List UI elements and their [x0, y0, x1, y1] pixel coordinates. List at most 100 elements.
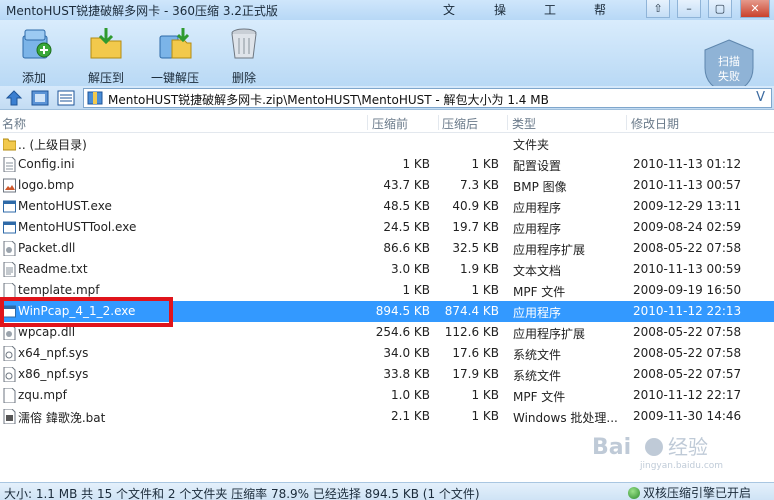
- folder-icon: [2, 136, 17, 151]
- file-original-size: 48.5 KB: [383, 199, 430, 213]
- file-row[interactable]: Config.ini 1 KB 1 KB 配置设置 2010-11-13 01:12: [0, 154, 774, 175]
- column-divider[interactable]: [507, 115, 508, 130]
- exe-file-icon: [3, 199, 16, 214]
- status-bar: 大小: 1.1 MB 共 15 个文件和 2 个文件夹 压缩率 78.9% 已经…: [0, 482, 774, 500]
- file-name: x86_npf.sys: [18, 367, 89, 381]
- column-original-size[interactable]: 压缩前: [372, 115, 408, 132]
- skin-button[interactable]: ⇧: [646, 0, 670, 18]
- file-row[interactable]: x86_npf.sys 33.8 KB 17.9 KB 系统文件 2008-05-22 …: [0, 364, 774, 385]
- file-type: 系统文件: [513, 348, 562, 362]
- exe-file-icon: [3, 304, 16, 319]
- scan-badge-line1: 扫描: [718, 54, 740, 68]
- add-button[interactable]: 添加: [5, 26, 63, 85]
- file-modified-date: 2008-05-22 07:58: [633, 241, 742, 255]
- file-type: 文本文档: [513, 264, 562, 278]
- file-modified-date: 2010-11-13 01:12: [633, 157, 742, 171]
- file-original-size: 3.0 KB: [391, 262, 430, 276]
- engine-status[interactable]: 双核压缩引擎已开启: [628, 484, 751, 500]
- file-modified-date: 2010-11-13 00:57: [633, 178, 742, 192]
- file-type: 应用程序: [513, 306, 562, 320]
- ini-file-icon: [3, 156, 16, 173]
- file-compressed-size: 1 KB: [471, 157, 499, 171]
- file-modified-date: 2010-11-12 22:13: [633, 304, 742, 318]
- file-modified-date: 2008-05-22 07:58: [633, 346, 742, 360]
- file-original-size: 24.5 KB: [383, 220, 430, 234]
- one-click-extract-label: 一键解压: [150, 71, 199, 85]
- file-icon: [3, 282, 16, 299]
- address-field[interactable]: MentoHUST锐捷破解多网卡.zip\MentoHUST\MentoHUST…: [83, 88, 772, 108]
- delete-label: 删除: [231, 71, 256, 85]
- file-list-header: 名称 压缩前 压缩后 类型 修改日期: [0, 111, 774, 133]
- text-file-icon: [3, 261, 16, 278]
- minimize-button[interactable]: –: [677, 0, 701, 18]
- file-row[interactable]: template.mpf 1 KB 1 KB MPF 文件 2009-09-19 16:…: [0, 280, 774, 301]
- address-path: MentoHUST锐捷破解多网卡.zip\MentoHUST\MentoHUST…: [108, 93, 549, 107]
- image-file-icon: [3, 178, 16, 193]
- file-row[interactable]: 濡傛 鍏歌浼.bat 2.1 KB 1 KB Windows 批处理... 2009-1…: [0, 406, 774, 427]
- file-name: .. (上级目录): [18, 138, 87, 152]
- file-list: .. (上级目录) 文件夹 Config.ini 1 KB 1 KB 配置设置 2010-1…: [0, 133, 774, 427]
- minimize-icon: –: [686, 2, 692, 15]
- skin-icon: ⇧: [653, 2, 663, 15]
- file-row[interactable]: MentoHUSTTool.exe 24.5 KB 19.7 KB 应用程序 2009-…: [0, 217, 774, 238]
- file-type: MPF 文件: [513, 390, 566, 404]
- file-row[interactable]: .. (上级目录) 文件夹: [0, 133, 774, 154]
- file-modified-date: 2009-12-29 13:11: [633, 199, 742, 213]
- file-type: 应用程序扩展: [513, 327, 586, 341]
- list-view-icon[interactable]: [56, 89, 76, 107]
- file-compressed-size: 874.4 KB: [444, 304, 499, 318]
- column-name[interactable]: 名称: [2, 115, 26, 132]
- maximize-button[interactable]: ▢: [708, 0, 732, 18]
- file-original-size: 1 KB: [402, 157, 430, 171]
- column-type[interactable]: 类型: [512, 115, 536, 132]
- address-dropdown-icon[interactable]: V: [756, 90, 765, 105]
- delete-button[interactable]: 删除: [215, 26, 273, 85]
- file-original-size: 34.0 KB: [383, 346, 430, 360]
- file-compressed-size: 1 KB: [471, 283, 499, 297]
- file-modified-date: 2010-11-12 22:17: [633, 388, 742, 402]
- file-row[interactable]: MentoHUST.exe 48.5 KB 40.9 KB 应用程序 2009-12-2…: [0, 196, 774, 217]
- file-compressed-size: 40.9 KB: [452, 199, 499, 213]
- one-click-extract-button[interactable]: 一键解压: [146, 26, 204, 85]
- column-divider[interactable]: [438, 115, 439, 130]
- file-type: Windows 批处理...: [513, 411, 618, 425]
- up-level-icon[interactable]: [4, 89, 24, 107]
- file-row[interactable]: wpcap.dll 254.6 KB 112.6 KB 应用程序扩展 2008-05-2…: [0, 322, 774, 343]
- bat-file-icon: [3, 408, 16, 425]
- thumbnail-view-icon[interactable]: [30, 89, 50, 107]
- extract-to-label: 解压到: [87, 71, 124, 85]
- file-name: zqu.mpf: [18, 388, 67, 402]
- title-bar: MentoHUST锐捷破解多网卡 - 360压缩 3.2正式版 文件 操作 工具…: [0, 0, 774, 34]
- file-compressed-size: 17.9 KB: [452, 367, 499, 381]
- add-label: 添加: [21, 71, 46, 85]
- file-type: BMP 图像: [513, 180, 567, 194]
- file-modified-date: 2008-05-22 07:57: [633, 367, 742, 381]
- sys-file-icon: [3, 345, 16, 362]
- column-modified-date[interactable]: 修改日期: [631, 115, 679, 132]
- file-compressed-size: 1.9 KB: [460, 262, 499, 276]
- column-compressed-size[interactable]: 压缩后: [442, 115, 478, 132]
- file-modified-date: 2009-08-24 02:59: [633, 220, 742, 234]
- column-divider[interactable]: [367, 115, 368, 130]
- close-button[interactable]: ✕: [740, 0, 770, 18]
- extract-to-button[interactable]: 解压到: [77, 26, 135, 85]
- file-original-size: 254.6 KB: [375, 325, 430, 339]
- file-row[interactable]: WinPcap_4_1_2.exe 894.5 KB 874.4 KB 应用程序 201…: [0, 301, 774, 322]
- file-row[interactable]: x64_npf.sys 34.0 KB 17.6 KB 系统文件 2008-05-22 …: [0, 343, 774, 364]
- file-compressed-size: 112.6 KB: [444, 325, 499, 339]
- baidu-jingyan-watermark: Bai 经验 jingyan.baidu.com: [592, 435, 723, 470]
- extract-to-icon: [90, 28, 122, 59]
- file-row[interactable]: Readme.txt 3.0 KB 1.9 KB 文本文档 2010-11-13 00:…: [0, 259, 774, 280]
- file-name: wpcap.dll: [18, 325, 76, 339]
- file-row[interactable]: zqu.mpf 1.0 KB 1 KB MPF 文件 2010-11-12 22:17: [0, 385, 774, 406]
- column-divider[interactable]: [626, 115, 627, 130]
- maximize-icon: ▢: [714, 2, 726, 15]
- file-type: 应用程序: [513, 201, 562, 215]
- file-row[interactable]: Packet.dll 86.6 KB 32.5 KB 应用程序扩展 2008-05-22…: [0, 238, 774, 259]
- file-row[interactable]: logo.bmp 43.7 KB 7.3 KB BMP 图像 2010-11-13 00…: [0, 175, 774, 196]
- file-original-size: 1 KB: [402, 283, 430, 297]
- file-name: template.mpf: [18, 283, 100, 297]
- scan-badge-line2: 失败: [718, 69, 740, 83]
- address-row: MentoHUST锐捷破解多网卡.zip\MentoHUST\MentoHUST…: [0, 86, 774, 110]
- engine-icon: [628, 487, 640, 499]
